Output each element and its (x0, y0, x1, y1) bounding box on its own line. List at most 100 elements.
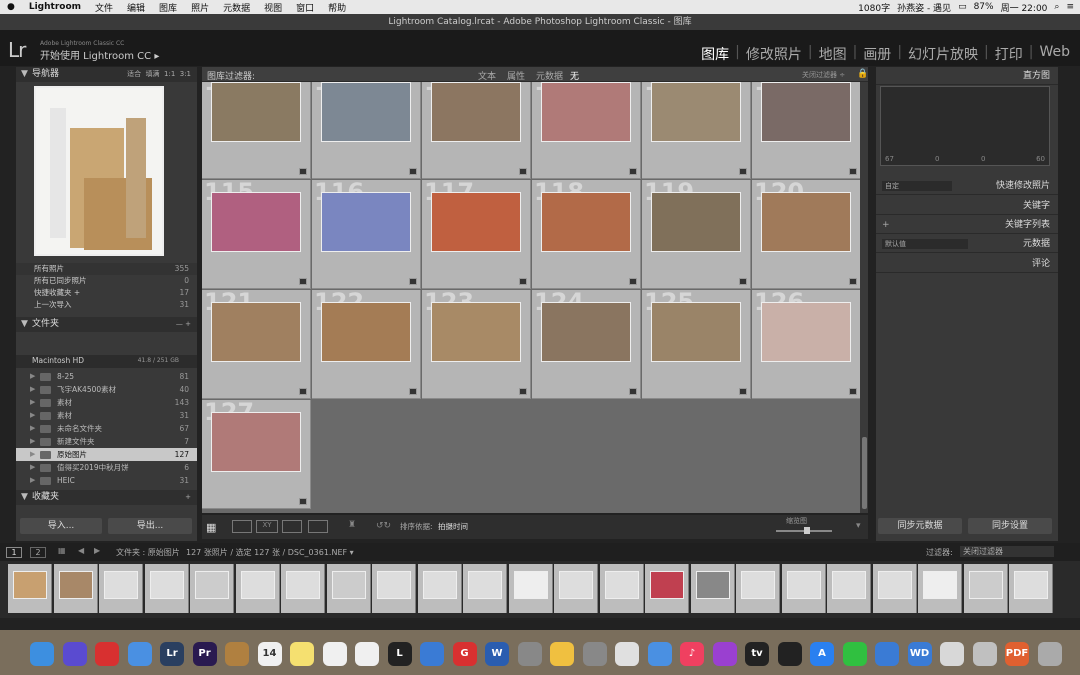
spray-can-icon[interactable]: ♜ (348, 520, 356, 530)
now-playing[interactable]: 孙燕姿 - 遇见 (897, 1, 951, 14)
module-web[interactable]: Web (1035, 44, 1074, 64)
photo-thumbnail[interactable] (211, 412, 301, 472)
filmstrip-thumb[interactable] (326, 564, 371, 613)
menu-help[interactable]: 帮助 (321, 1, 353, 14)
expand-icon[interactable]: ▶ (30, 409, 35, 422)
menu-view[interactable]: 视图 (257, 1, 289, 14)
g-icon[interactable]: G (452, 642, 477, 666)
grid-cell[interactable]: 119 (642, 180, 751, 289)
pen2-icon[interactable] (550, 642, 574, 666)
lock-icon[interactable]: 🔒 (857, 69, 868, 79)
grid-cell[interactable]: 120 (752, 180, 860, 289)
thumbnail-slider-handle[interactable] (804, 527, 810, 534)
edit-badge-icon[interactable] (629, 168, 637, 175)
folder-item[interactable]: ▶ 值得买2019中秋月饼 6 (16, 461, 197, 474)
filmstrip-thumb[interactable] (736, 564, 780, 613)
module-print[interactable]: 打印 (991, 44, 1027, 64)
wd-icon[interactable]: WD (907, 642, 932, 666)
hdd-icon[interactable] (972, 642, 997, 666)
zoom-fit[interactable]: 适合 (127, 70, 141, 78)
siri-icon[interactable] (62, 642, 87, 666)
source-path[interactable]: 文件夹 : 原始图片 (116, 547, 180, 558)
filter-attribute[interactable]: 属性 (507, 69, 525, 82)
grid-cell[interactable]: 121 (202, 290, 311, 399)
edit-badge-icon[interactable] (849, 388, 857, 395)
sync-metadata-button[interactable]: 同步元数据 (878, 518, 962, 534)
battery-icon[interactable]: ▭ (958, 2, 967, 12)
grid-icon[interactable]: ▦ (58, 546, 66, 555)
trash-icon[interactable] (1037, 642, 1062, 666)
filmstrip-thumb[interactable] (417, 564, 462, 613)
chat-icon[interactable] (420, 642, 444, 666)
settings-icon[interactable] (517, 642, 542, 666)
status-word-count[interactable]: 1080字 (858, 1, 890, 14)
module-book[interactable]: 画册 (859, 44, 895, 64)
zoom-fill[interactable]: 填满 (146, 70, 160, 78)
keyword-list-header[interactable]: + 关键字列表 (876, 216, 1058, 234)
edit-badge-icon[interactable] (409, 388, 417, 395)
filter-none[interactable]: 无 (570, 69, 579, 82)
edit-badge-icon[interactable] (519, 168, 527, 175)
expand-icon[interactable]: ▶ (30, 448, 35, 461)
photo-thumbnail[interactable] (541, 302, 631, 362)
back-icon[interactable]: ◀ (78, 546, 84, 555)
photo-thumbnail[interactable] (321, 82, 411, 142)
photo-thumbnail[interactable] (431, 192, 521, 252)
filmstrip-thumb[interactable] (281, 564, 325, 613)
menu-library[interactable]: 图库 (152, 1, 184, 14)
metadata-preset-select[interactable]: 默认值 (882, 239, 968, 249)
edit-badge-icon[interactable] (409, 168, 417, 175)
filmstrip-thumb[interactable] (190, 564, 234, 613)
lr-cc-link[interactable]: 开始使用 Lightroom CC ▸ (40, 47, 159, 62)
cal-icon[interactable]: 14 (257, 642, 282, 666)
expand-icon[interactable]: ▶ (30, 370, 35, 383)
filter-text[interactable]: 文本 (478, 69, 496, 82)
navigator-header[interactable]: ▼ 导航器 适合 填满 1:1 3:1 (16, 67, 197, 82)
box-icon[interactable] (225, 642, 249, 666)
comments-header[interactable]: 评论 (876, 255, 1058, 273)
grid-cell[interactable]: 122 (312, 290, 421, 399)
navigator-preview[interactable] (34, 86, 164, 256)
grid-view-icon[interactable]: ▦ (206, 521, 216, 534)
filter-metadata[interactable]: 元数据 (536, 69, 563, 82)
filmstrip-thumb[interactable] (872, 564, 917, 613)
word-icon[interactable]: W (485, 642, 509, 666)
photo-thumbnail[interactable] (431, 302, 521, 362)
photo-thumbnail[interactable] (651, 192, 741, 252)
photo-thumbnail[interactable] (761, 302, 851, 362)
folders-header[interactable]: ▼ 文件夹 — + (16, 317, 197, 332)
edit-badge-icon[interactable] (629, 388, 637, 395)
collections-header[interactable]: ▼ 收藏夹 + (16, 490, 197, 505)
photo-thumbnail[interactable] (211, 192, 301, 252)
survey-view-icon[interactable] (282, 520, 302, 533)
zoom-3-1[interactable]: 3:1 (180, 70, 191, 78)
import-button[interactable]: 导入... (20, 518, 102, 534)
chrome-icon[interactable] (615, 642, 639, 666)
sync-settings-button[interactable]: 同步设置 (968, 518, 1052, 534)
pdf-icon[interactable]: PDF (1005, 642, 1029, 666)
filmstrip-thumb[interactable] (1009, 564, 1053, 613)
filmstrip-thumb[interactable] (827, 564, 871, 613)
filmstrip-thumb[interactable] (463, 564, 507, 613)
grid-cell[interactable]: 124 (532, 290, 641, 399)
module-library[interactable]: 图库 (697, 44, 733, 64)
weather-icon[interactable] (647, 642, 672, 666)
module-map[interactable]: 地图 (815, 44, 851, 64)
photo-thumbnail[interactable] (761, 82, 851, 142)
rocket-icon[interactable] (582, 642, 607, 666)
folder-item[interactable]: ▶ 未命名文件夹 67 (16, 422, 197, 435)
clock[interactable]: 周一 22:00 (1001, 1, 1048, 14)
grid-cell[interactable]: 123 (422, 290, 531, 399)
module-develop[interactable]: 修改照片 (742, 44, 806, 64)
photo-thumbnail[interactable] (321, 192, 411, 252)
filter-close[interactable]: 关闭过滤器 ÷ (802, 70, 845, 80)
rotate-icon[interactable]: ↺↻ (376, 521, 391, 531)
catalog-last-import[interactable]: 上一次导入 31 (16, 299, 197, 311)
volume-macintosh-hd[interactable]: Macintosh HD 41.8 / 251 GB (16, 355, 197, 368)
compare-view-icon[interactable]: XY (256, 520, 278, 533)
filmstrip-thumb[interactable] (235, 564, 280, 613)
selection-info[interactable]: 127 张照片 / 选定 127 张 / DSC_0361.NEF ▾ (186, 547, 354, 558)
grid-cell[interactable]: 126 (752, 290, 860, 399)
li-icon[interactable]: L (387, 642, 412, 666)
finder-icon[interactable] (30, 642, 54, 666)
